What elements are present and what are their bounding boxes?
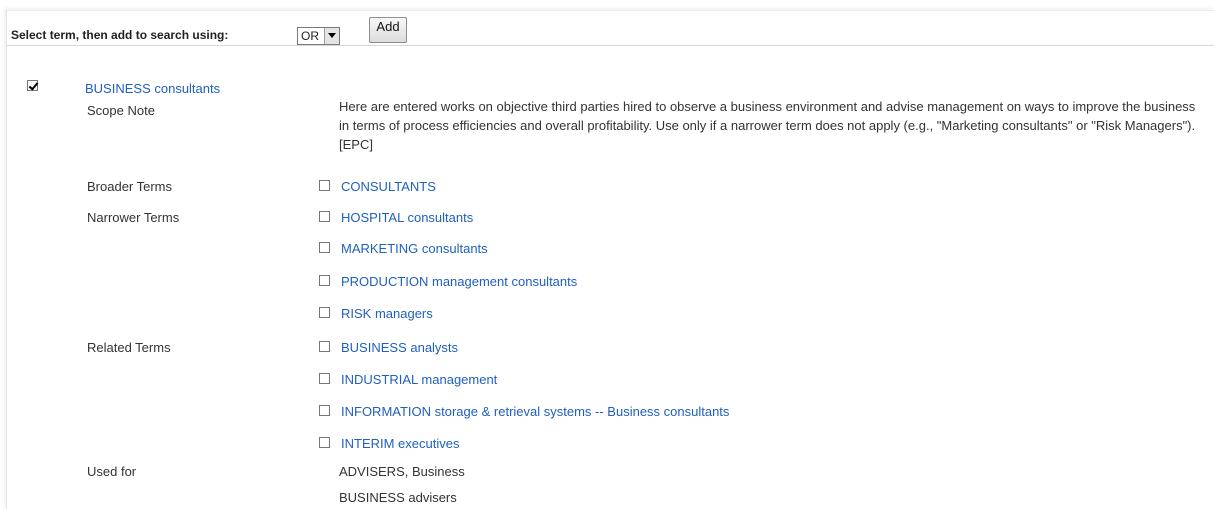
toolbar-label: Select term, then add to search using: [11, 28, 229, 42]
chevron-down-icon[interactable] [324, 28, 339, 44]
narrower-term-link[interactable]: PRODUCTION management consultants [341, 274, 577, 289]
operator-select[interactable]: OR [297, 27, 340, 45]
narrower-term-link[interactable]: HOSPITAL consultants [341, 210, 473, 225]
related-terms-label: Related Terms [87, 340, 171, 355]
narrower-term-link[interactable]: RISK managers [341, 306, 433, 321]
operator-value: OR [301, 29, 319, 43]
scope-note-text: Here are entered works on objective thir… [339, 99, 1196, 152]
toolbar: Select term, then add to search using: O… [7, 11, 1214, 46]
related-term-link[interactable]: INDUSTRIAL management [341, 372, 497, 387]
narrower-term-checkbox[interactable] [319, 307, 330, 318]
narrower-term-checkbox[interactable] [319, 275, 330, 286]
related-term-checkbox[interactable] [319, 405, 330, 416]
used-for-term: ADVISERS, Business [339, 464, 465, 479]
used-for-term: BUSINESS advisers [339, 490, 457, 505]
broader-terms-label: Broader Terms [87, 179, 173, 194]
used-for-label: Used for [87, 464, 137, 479]
broader-term-checkbox[interactable] [319, 180, 330, 191]
narrower-terms-label: Narrower Terms [87, 210, 180, 225]
related-term-link[interactable]: INFORMATION storage & retrieval systems … [341, 404, 729, 419]
narrower-term-link[interactable]: MARKETING consultants [341, 241, 488, 256]
narrower-term-checkbox[interactable] [319, 242, 330, 253]
main-term-checkbox[interactable] [27, 80, 38, 91]
related-term-link[interactable]: INTERIM executives [341, 436, 459, 451]
related-term-checkbox[interactable] [319, 373, 330, 384]
broader-term-link[interactable]: CONSULTANTS [341, 179, 436, 194]
related-term-checkbox[interactable] [319, 437, 330, 448]
main-term-link[interactable]: BUSINESS consultants [85, 81, 220, 96]
related-term-link[interactable]: BUSINESS analysts [341, 340, 458, 355]
add-button[interactable]: Add [369, 17, 407, 43]
narrower-term-checkbox[interactable] [319, 211, 330, 222]
thesaurus-panel: Select term, then add to search using: O… [6, 10, 1214, 509]
related-term-checkbox[interactable] [319, 341, 330, 352]
scope-note-label: Scope Note [87, 103, 155, 118]
